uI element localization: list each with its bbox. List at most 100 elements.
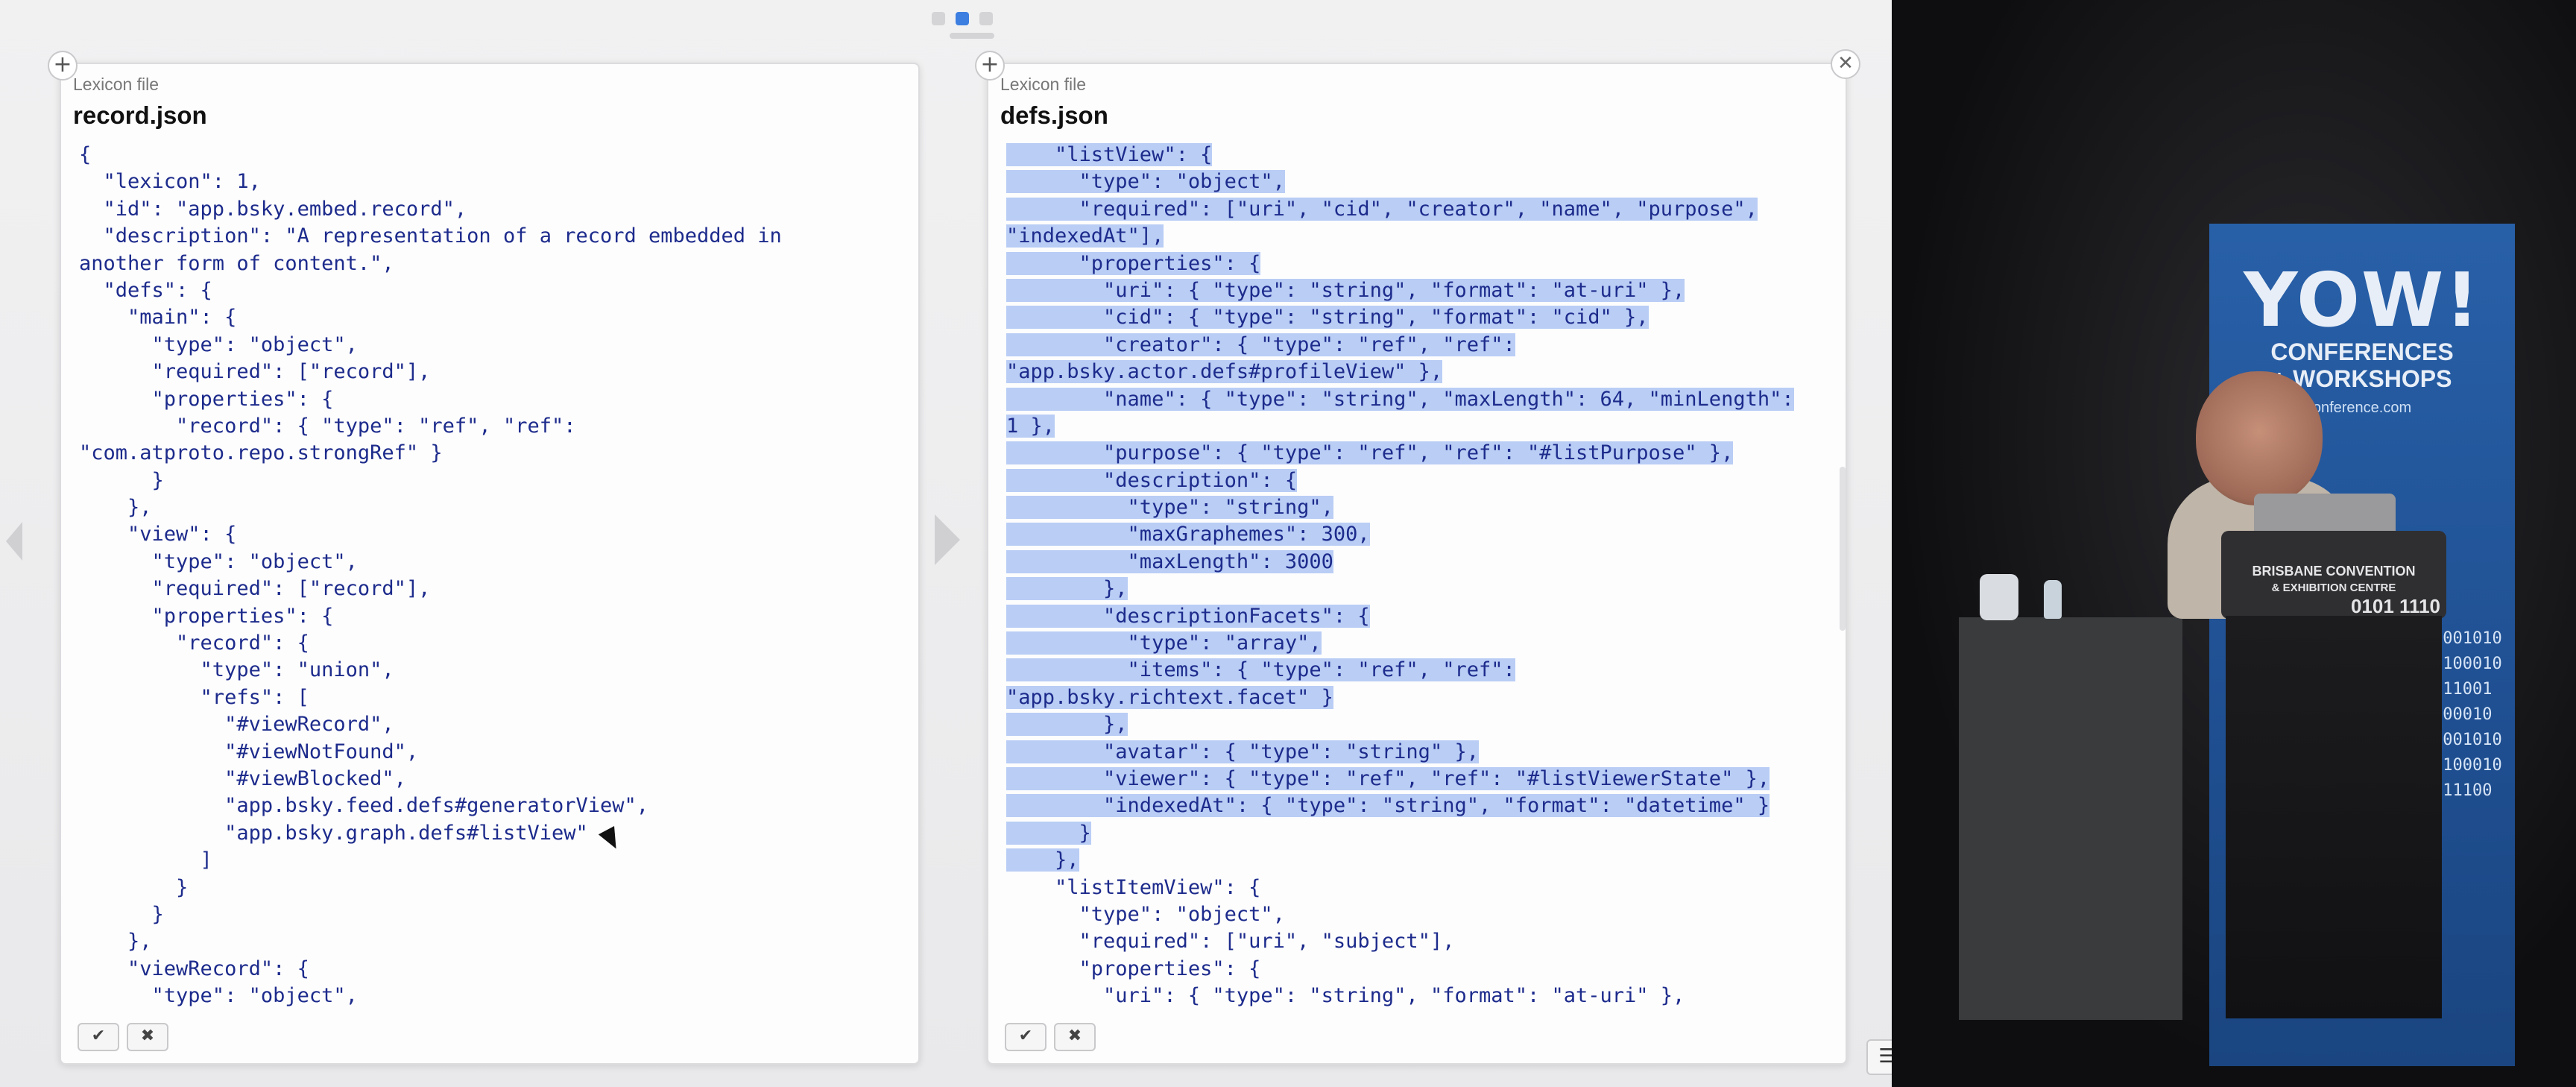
scrollbar-thumb[interactable]	[1840, 467, 1846, 631]
lexicon-panel-defs: + ✕ Lexicon file defs.json "listView": {…	[975, 49, 1860, 1065]
code-line: ]	[79, 847, 911, 874]
confirm-button[interactable]: ✔	[1005, 1023, 1046, 1051]
code-line: "items": { "type": "ref", "ref":	[1006, 657, 1838, 684]
pager-indicator	[950, 33, 994, 39]
code-line-text: "required": ["record"],	[79, 360, 431, 384]
code-line-text: "view": {	[79, 523, 237, 546]
code-line: "#viewRecord",	[79, 711, 911, 738]
code-line: "properties": {	[1006, 251, 1838, 277]
slide-canvas: + Lexicon file record.json { "lexicon": …	[0, 0, 1920, 1087]
close-panel-button[interactable]: ✕	[1831, 49, 1860, 79]
code-line: "defs": {	[79, 277, 911, 304]
code-line-text: }	[79, 902, 164, 926]
code-line: "app.bsky.actor.defs#profileView" },	[1006, 359, 1838, 385]
code-line: "viewRecord": {	[79, 956, 911, 983]
lectern-line: & EXHIBITION CENTRE	[2271, 582, 2396, 594]
code-line-text: }	[79, 875, 189, 899]
confirm-button[interactable]: ✔	[78, 1023, 119, 1051]
code-line: another form of content.",	[79, 251, 911, 277]
side-table	[1959, 617, 2182, 1020]
code-line-text: "listView": {	[1006, 143, 1213, 166]
banner-subtitle-line: CONFERENCES	[2270, 338, 2454, 365]
previous-arrow-icon[interactable]	[6, 522, 22, 561]
code-line: "maxLength": 3000	[1006, 549, 1838, 576]
code-line: "uri": { "type": "string", "format": "at…	[1006, 983, 1838, 1009]
pager-dot-active[interactable]	[956, 12, 969, 25]
code-line: },	[1006, 711, 1838, 738]
water-bottle	[2044, 580, 2062, 619]
code-line-text: "type": "object",	[1006, 170, 1285, 194]
code-line: "uri": { "type": "string", "format": "at…	[1006, 277, 1838, 304]
code-line: "properties": {	[79, 603, 911, 630]
code-line-text: "listItemView": {	[1006, 875, 1261, 899]
cancel-button[interactable]: ✖	[127, 1023, 168, 1051]
code-line-text: "type": "object",	[79, 984, 358, 1008]
code-line-text: "viewer": { "type": "ref", "ref": "#list…	[1006, 766, 1770, 790]
code-line-text: "type": "object",	[1006, 902, 1285, 926]
code-line-text: "type": "array",	[1006, 631, 1322, 655]
code-line-text: "record": { "type": "ref", "ref":	[79, 414, 576, 438]
code-line: }	[79, 901, 911, 928]
code-editor[interactable]: { "lexicon": 1, "id": "app.bsky.embed.re…	[79, 142, 911, 1017]
code-line-text: "#viewNotFound",	[79, 740, 419, 763]
code-line: "main": {	[79, 304, 911, 331]
code-line-text: "properties": {	[79, 604, 334, 628]
panel-label: Lexicon file	[73, 75, 160, 94]
code-line-text: },	[1006, 848, 1079, 872]
code-line: "record": {	[79, 630, 911, 657]
code-line: "maxGraphemes": 300,	[1006, 521, 1838, 548]
code-line-text: another form of content.",	[79, 251, 394, 275]
pager-dot[interactable]	[979, 12, 993, 25]
lexicon-panel-record: + Lexicon file record.json { "lexicon": …	[48, 51, 920, 1065]
code-line: "cid": { "type": "string", "format": "ci…	[1006, 304, 1838, 331]
speaker-head	[2196, 371, 2323, 505]
code-line-text: "maxLength": 3000	[1006, 549, 1333, 573]
code-line-text: }	[1006, 821, 1091, 845]
code-line: "descriptionFacets": {	[1006, 603, 1838, 630]
cancel-button[interactable]: ✖	[1054, 1023, 1096, 1051]
code-line-text: "properties": {	[1006, 251, 1261, 275]
splitter-arrow-icon[interactable]	[935, 514, 960, 565]
code-line: "name": { "type": "string", "maxLength":…	[1006, 386, 1838, 413]
code-line-text: "app.bsky.feed.defs#generatorView",	[79, 794, 649, 818]
code-line-text: "creator": { "type": "ref", "ref":	[1006, 333, 1515, 356]
code-line-text: "properties": {	[79, 387, 334, 411]
code-line: "lexicon": 1,	[79, 168, 911, 195]
code-line: "type": "object",	[79, 983, 911, 1009]
code-line-text: "properties": {	[1006, 957, 1261, 980]
pager-dot[interactable]	[932, 12, 945, 25]
code-line-text: "#viewBlocked",	[79, 766, 406, 790]
slide-pager[interactable]	[932, 12, 993, 25]
code-line: "type": "object",	[79, 549, 911, 576]
code-line-text: "required": ["record"],	[79, 577, 431, 601]
panel-filename: record.json	[73, 101, 207, 129]
code-line-text: "viewRecord": {	[79, 957, 309, 980]
code-line-text: "required": ["uri", "subject"],	[1006, 930, 1455, 954]
code-line: "refs": [	[79, 684, 911, 711]
code-line-text: "app.bsky.richtext.facet" }	[1006, 685, 1333, 709]
code-editor[interactable]: "listView": { "type": "object", "require…	[1006, 142, 1838, 1017]
code-line: "required": ["uri", "cid", "creator", "n…	[1006, 196, 1838, 223]
panel-filename: defs.json	[1000, 101, 1108, 129]
code-line: "avatar": { "type": "string" },	[1006, 739, 1838, 766]
binary-line: 1100010	[2433, 655, 2502, 673]
binary-line: 0001010	[2433, 629, 2502, 648]
code-line-text: "cid": { "type": "string", "format": "ci…	[1006, 306, 1649, 330]
code-line: 1 },	[1006, 413, 1838, 440]
code-line: "type": "object",	[79, 332, 911, 359]
code-line: "#viewNotFound",	[79, 739, 911, 766]
panel-label: Lexicon file	[1000, 75, 1087, 94]
code-line-text: "app.bsky.graph.defs#listView"	[79, 821, 588, 845]
code-line-text: "type": "union",	[79, 658, 394, 682]
code-line: "com.atproto.repo.strongRef" }	[79, 440, 911, 467]
banner-binary-text: 0001010 1100010 011001 100010 0001010 1100010…	[2433, 626, 2502, 804]
code-line-text: "purpose": { "type": "ref", "ref": "#lis…	[1006, 441, 1734, 465]
code-line: "description": {	[1006, 467, 1838, 494]
binary-line: 100010	[2433, 705, 2493, 724]
code-line: "description": "A representation of a re…	[79, 223, 911, 250]
code-line: }	[79, 875, 911, 901]
code-line-text: "main": {	[79, 306, 237, 330]
code-line: "listItemView": {	[1006, 875, 1838, 901]
code-line-text: "record": {	[79, 631, 309, 655]
code-line: "indexedAt": { "type": "string", "format…	[1006, 793, 1838, 819]
